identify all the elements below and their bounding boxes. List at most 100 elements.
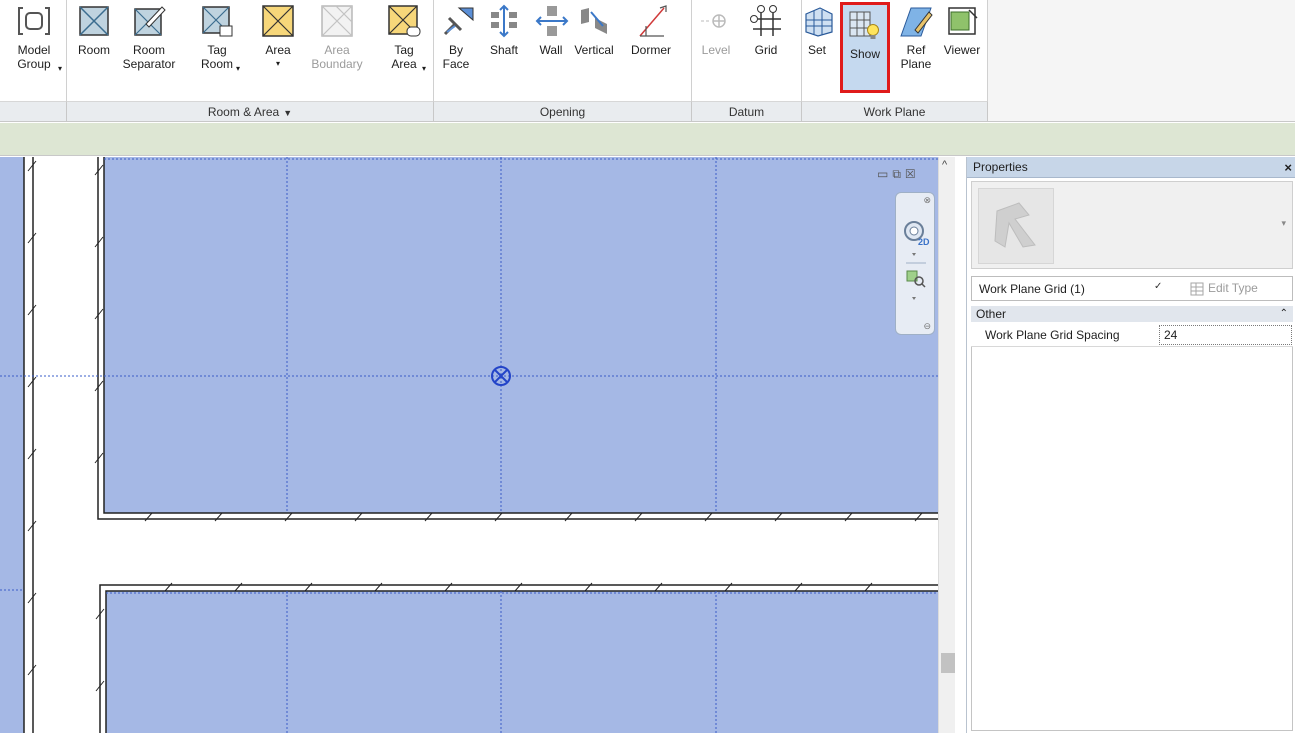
area-icon (262, 5, 294, 37)
level-button[interactable]: Level (697, 4, 735, 57)
dormer-button[interactable]: Dormer (621, 4, 681, 57)
level-icon (701, 14, 726, 28)
wall-opening-icon (535, 6, 569, 36)
options-icon[interactable]: ⊖ (923, 321, 931, 332)
set-label: Set (807, 43, 826, 57)
chevron-down-icon: ▾ (422, 64, 427, 73)
by-face-label: By Face (442, 43, 470, 71)
tag-area-button[interactable]: Tag Area ▾ (382, 4, 426, 73)
properties-title: Properties (973, 160, 1028, 174)
view-window-controls: ▭⧉☒ (877, 167, 920, 182)
shaft-label: Shaft (489, 43, 519, 57)
vertical-label: Vertical (574, 43, 614, 57)
zoom-region-icon[interactable] (906, 270, 926, 288)
wall-opening-button[interactable]: Wall (535, 4, 569, 57)
tag-room-button[interactable]: Tag Room ▾ (193, 4, 241, 73)
edit-type-button[interactable]: Edit Type (1190, 281, 1258, 296)
model-group-icon (18, 7, 50, 35)
shaft-button[interactable]: Shaft (486, 4, 522, 57)
panel-title-model (0, 101, 67, 121)
show-work-plane-button[interactable]: Show (840, 2, 890, 93)
ref-plane-label: Ref Plane (900, 43, 932, 71)
grid-spacing-input[interactable]: 24 (1159, 325, 1292, 345)
vertical-opening-button[interactable]: Vertical (566, 4, 622, 57)
navigation-bar: ⊗ 2D ⊖ (895, 192, 935, 335)
grid-icon (750, 5, 781, 36)
panel-title-room-area[interactable]: Room & Area ▼ (67, 101, 434, 121)
level-label: Level (701, 43, 731, 57)
param-name: Work Plane Grid Spacing (985, 328, 1120, 342)
panel-title-room-area-label: Room & Area (207, 105, 280, 119)
area-boundary-icon (321, 5, 353, 37)
panel-title-work-plane: Work Plane (802, 101, 988, 121)
set-work-plane-button[interactable]: Set (802, 4, 833, 57)
room-icon (79, 6, 109, 36)
restore-icon[interactable]: ⧉ (892, 167, 905, 181)
chevron-down-icon[interactable] (912, 297, 916, 300)
type-thumbnail (978, 188, 1054, 264)
viewer-button[interactable]: Viewer (938, 4, 986, 57)
drawing-view[interactable] (0, 157, 955, 733)
type-selector-value: Work Plane Grid (1) (979, 282, 1085, 296)
floor-plan-canvas (0, 157, 938, 733)
chevron-down-icon: ▾ (236, 64, 241, 73)
edit-type-label: Edit Type (1208, 281, 1258, 295)
room-button[interactable]: Room (73, 4, 115, 57)
by-face-button[interactable]: By Face (441, 4, 474, 71)
chevron-down-icon: ▾ (58, 64, 63, 73)
close-icon[interactable]: ⊗ (923, 195, 931, 206)
collapse-icon[interactable]: ⌃ (1280, 306, 1288, 322)
ref-plane-icon (900, 7, 933, 37)
steering-wheel-icon[interactable]: 2D (904, 221, 930, 247)
viewer-icon (948, 7, 978, 35)
chevron-down-icon: ▼ (283, 108, 293, 118)
area-boundary-label: Area Boundary (311, 43, 363, 71)
grid-label: Grid (754, 43, 778, 57)
minimize-icon[interactable]: ▭ (877, 167, 892, 181)
category-label: Other (976, 307, 1007, 321)
chevron-down-icon: ▾ (275, 59, 280, 68)
ribbon: Room & Area ▼ Opening Datum Work Plane Mo… (0, 0, 1295, 122)
tag-area-icon (388, 5, 421, 37)
param-row-grid-spacing: Work Plane Grid Spacing 24 (971, 323, 1293, 347)
revit-logo-icon (994, 202, 1036, 248)
area-label: Area (265, 43, 291, 57)
properties-body (971, 347, 1293, 731)
area-button[interactable]: Area ▾ (258, 4, 298, 71)
type-selector[interactable]: Work Plane Grid (1) ✓ Edit Type (971, 276, 1293, 301)
model-group-button[interactable]: Model Group ▾ (8, 4, 62, 73)
panel-title-datum-label: Datum (728, 105, 765, 119)
model-group-label: Model Group (17, 43, 51, 71)
vertical-opening-icon (581, 8, 607, 34)
panel-title-datum: Datum (692, 101, 802, 121)
panel-title-work-plane-label: Work Plane (863, 105, 926, 119)
scrollbar-thumb[interactable] (941, 653, 955, 673)
chevron-down-icon[interactable]: ✓ (1154, 281, 1162, 292)
options-bar (0, 123, 1295, 156)
svg-text:2D: 2D (918, 237, 930, 247)
category-row-other[interactable]: Other ⌃ (971, 306, 1293, 322)
show-work-plane-icon (849, 11, 879, 39)
room-label: Room (77, 43, 110, 57)
chevron-down-icon[interactable]: ▾ (1281, 218, 1286, 229)
show-label: Show (849, 47, 881, 61)
area-boundary-button[interactable]: Area Boundary (307, 4, 367, 71)
viewer-label: Viewer (943, 43, 981, 57)
close-icon[interactable]: ☒ (905, 167, 920, 181)
close-icon[interactable]: × (1284, 157, 1292, 178)
tag-room-icon (202, 6, 233, 37)
by-face-icon (443, 7, 474, 36)
room-separator-button[interactable]: Room Separator (118, 4, 180, 71)
ref-plane-button[interactable]: Ref Plane (896, 4, 936, 71)
grid-button[interactable]: Grid (747, 4, 785, 57)
edit-type-icon (1190, 282, 1204, 296)
navigation-tools: 2D (904, 221, 930, 300)
room-separator-icon (134, 6, 166, 36)
scroll-up-icon[interactable]: ^ (942, 159, 947, 171)
shaft-icon (491, 4, 517, 38)
chevron-down-icon[interactable] (912, 253, 916, 256)
type-preview[interactable]: ▾ (971, 181, 1293, 269)
dormer-label: Dormer (630, 43, 671, 57)
set-work-plane-icon (805, 7, 833, 37)
view-vertical-scrollbar[interactable]: ^ (938, 157, 955, 733)
